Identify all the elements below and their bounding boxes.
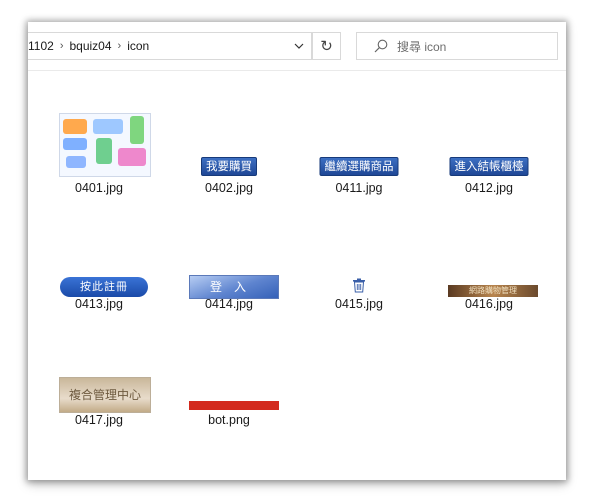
search-placeholder: 搜尋 icon	[397, 39, 447, 54]
file-thumbnail	[164, 337, 294, 413]
file-thumbnail: 登入	[164, 221, 294, 299]
button-image: 我要購買	[201, 157, 257, 176]
file-thumbnail: 複合管理中心	[34, 337, 164, 413]
refresh-button[interactable]: ↻	[312, 32, 341, 60]
file-item[interactable]: 登入 0414.jpg	[164, 221, 294, 311]
address-bar[interactable]: 1102 › bquiz04 › icon	[28, 32, 312, 60]
banner-image: 網路購物管理	[448, 285, 538, 297]
search-input[interactable]: 搜尋 icon	[356, 32, 558, 60]
file-name: bot.png	[208, 413, 250, 427]
file-name: 0417.jpg	[75, 413, 123, 427]
file-thumbnail: 我要購買	[164, 105, 294, 181]
file-list: 0401.jpg 我要購買 0402.jpg 繼續選購商品 0411.jpg 進…	[28, 71, 566, 480]
file-name: 0416.jpg	[465, 297, 513, 311]
search-icon	[374, 39, 388, 53]
trash-icon	[353, 278, 365, 293]
file-item[interactable]: 複合管理中心 0417.jpg	[34, 337, 164, 427]
file-name: 0401.jpg	[75, 181, 123, 195]
file-item[interactable]: 網路購物管理 0416.jpg	[424, 221, 554, 311]
file-item[interactable]: 0401.jpg	[34, 105, 164, 195]
file-name: 0411.jpg	[335, 181, 383, 195]
file-thumbnail: 按此註冊	[34, 221, 164, 297]
toolbar: 1102 › bquiz04 › icon ↻ 搜尋 icon	[28, 22, 566, 71]
file-explorer-window: 1102 › bquiz04 › icon ↻ 搜尋 icon 0401.jpg…	[28, 22, 566, 480]
chevron-right-icon[interactable]: ›	[118, 40, 122, 52]
breadcrumb-item[interactable]: icon	[127, 39, 149, 53]
flowchart-thumbnail	[59, 113, 151, 177]
file-name: 0415.jpg	[335, 297, 383, 311]
refresh-icon: ↻	[320, 38, 333, 55]
file-item[interactable]: 0415.jpg	[294, 221, 424, 311]
chevron-down-icon[interactable]	[287, 33, 311, 59]
button-image: 登入	[189, 275, 279, 299]
file-thumbnail: 繼續選購商品	[294, 105, 424, 181]
file-item[interactable]: 按此註冊 0413.jpg	[34, 221, 164, 311]
button-image: 進入結帳櫃檯	[449, 157, 529, 176]
banner-image: 複合管理中心	[59, 377, 151, 413]
file-item[interactable]: 繼續選購商品 0411.jpg	[294, 105, 424, 195]
file-item[interactable]: bot.png	[164, 337, 294, 427]
file-thumbnail: 網路購物管理	[424, 221, 554, 297]
file-thumbnail	[34, 105, 164, 181]
file-name: 0402.jpg	[205, 181, 253, 195]
file-name: 0412.jpg	[465, 181, 513, 195]
breadcrumb-item[interactable]: bquiz04	[69, 39, 111, 53]
breadcrumb-item[interactable]: 1102	[28, 39, 54, 53]
file-thumbnail	[294, 221, 424, 297]
file-item[interactable]: 進入結帳櫃檯 0412.jpg	[424, 105, 554, 195]
file-name: 0414.jpg	[205, 297, 253, 311]
button-image: 繼續選購商品	[319, 157, 399, 176]
button-image: 按此註冊	[60, 277, 148, 297]
file-name: 0413.jpg	[75, 297, 123, 311]
file-item[interactable]: 我要購買 0402.jpg	[164, 105, 294, 195]
file-thumbnail: 進入結帳櫃檯	[424, 105, 554, 181]
chevron-right-icon[interactable]: ›	[60, 40, 64, 52]
red-bar-image	[189, 401, 279, 410]
